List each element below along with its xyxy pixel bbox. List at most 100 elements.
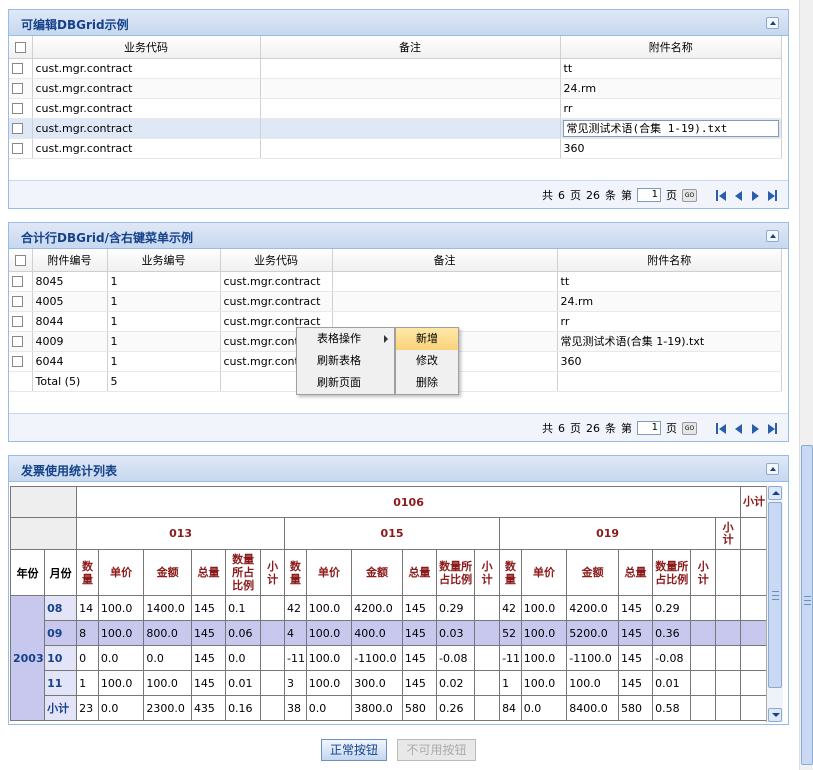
row-checkbox[interactable] — [12, 336, 23, 347]
row-checkbox[interactable] — [12, 83, 23, 94]
scroll-down-icon[interactable] — [768, 708, 782, 722]
panel-header: 合计行DBGrid/含右键菜单示例 — [9, 223, 788, 249]
subtotal-cell — [474, 620, 501, 646]
metric-header: 金额 — [351, 549, 403, 596]
col-header-note[interactable]: 备注 — [332, 249, 558, 272]
last-page-icon[interactable] — [766, 189, 778, 202]
stat-cell: -0.08 — [652, 645, 692, 671]
page-number-input[interactable]: 1 — [637, 421, 661, 435]
page-count: 6 — [558, 188, 565, 202]
menu-item-refresh-page[interactable]: 刷新页面 — [297, 372, 394, 394]
col-header-code[interactable]: 业务代码 — [32, 36, 261, 59]
stat-cell: 300.0 — [351, 670, 403, 696]
go-button[interactable]: GO — [682, 188, 697, 202]
stat-cell: 0.1 — [225, 595, 262, 621]
stat-cell: 8400.0 — [566, 695, 619, 721]
stat-cell: 100.0 — [520, 595, 568, 621]
table-scrollbar[interactable] — [766, 486, 783, 722]
scroll-thumb[interactable] — [768, 502, 782, 688]
row-checkbox[interactable] — [12, 296, 23, 307]
table-row[interactable]: 10 0 0.0 0.0 145 0.0 -11 100.0 -1100.0 145 -0.08 -1… — [11, 645, 767, 671]
table-row[interactable]: cust.mgr.contract rr — [9, 98, 782, 119]
normal-button[interactable]: 正常按钮 — [321, 739, 387, 761]
prev-page-icon[interactable] — [732, 189, 744, 202]
table-row[interactable]: 2003 08 14 100.0 1400.0 145 0.1 42 100.0 4200.0 14… — [10, 595, 767, 721]
col-header-attach-id[interactable]: 附件编号 — [32, 249, 108, 272]
page-scrollbar[interactable] — [799, 0, 813, 770]
next-page-icon[interactable] — [749, 422, 761, 435]
stat-cell: 145 — [401, 595, 438, 621]
disabled-button: 不可用按钮 — [397, 739, 476, 761]
context-menu: 表格操作 刷新表格 刷新页面 — [296, 327, 395, 395]
stat-cell: 0.0 — [97, 695, 145, 721]
metric-header: 数量所占比例 — [652, 549, 692, 596]
col-header-note[interactable]: 备注 — [260, 36, 561, 59]
subtotal-cell — [260, 595, 285, 621]
stat-cell: 0.01 — [225, 670, 262, 696]
menu-item-table-ops[interactable]: 表格操作 — [297, 328, 394, 350]
stat-cell: 23 — [76, 695, 99, 721]
submenu-item-delete[interactable]: 删除 — [396, 372, 458, 394]
row-checkbox[interactable] — [12, 356, 23, 367]
stat-cell: 1400.0 — [143, 595, 192, 621]
table-row-selected[interactable]: cust.mgr.contract 常见测试术语(合集 1-19).txt — [9, 118, 782, 139]
row-checkbox[interactable] — [12, 123, 23, 134]
table-row[interactable]: 4005 1 cust.mgr.contract 24.rm — [9, 291, 782, 312]
stat-cell: 145 — [617, 645, 654, 671]
year-cell: 2003 — [10, 595, 46, 721]
stat-cell: 100.0 — [520, 645, 568, 671]
first-page-icon[interactable] — [715, 189, 727, 202]
stat-cell: 145 — [190, 595, 227, 621]
col-header-file[interactable]: 附件名称 — [560, 36, 782, 59]
row-checkbox[interactable] — [12, 276, 23, 287]
page-scroll-thumb[interactable] — [801, 445, 813, 765]
col-header-code[interactable]: 业务代码 — [220, 249, 333, 272]
menu-item-refresh-table[interactable]: 刷新表格 — [297, 350, 394, 372]
submenu-item-edit[interactable]: 修改 — [396, 350, 458, 372]
stat-cell: 400.0 — [351, 620, 403, 646]
table-row[interactable]: 09 8 100.0 800.0 145 0.06 4 100.0 400.0 145 0.03 52… — [11, 620, 767, 646]
collapse-icon[interactable] — [766, 230, 779, 242]
last-page-icon[interactable] — [766, 422, 778, 435]
metric-header: 小计 — [690, 549, 717, 596]
metric-header: 单价 — [97, 549, 145, 596]
group-header-015: 015 — [283, 517, 501, 550]
collapse-icon[interactable] — [766, 17, 779, 29]
next-page-icon[interactable] — [749, 189, 761, 202]
group-header-013: 013 — [76, 517, 285, 550]
row-checkbox[interactable] — [12, 316, 23, 327]
stat-cell: 145 — [190, 645, 227, 671]
table-row[interactable]: cust.mgr.contract 360 — [9, 138, 782, 159]
panel-header: 可编辑DBGrid示例 — [9, 10, 788, 36]
go-button[interactable]: GO — [682, 421, 697, 435]
col-header-biz-id[interactable]: 业务编号 — [107, 249, 221, 272]
table-row[interactable]: cust.mgr.contract 24.rm — [9, 78, 782, 99]
group-header-019: 019 — [499, 517, 717, 550]
select-all-checkbox[interactable] — [14, 41, 26, 53]
submenu-item-add[interactable]: 新增 — [396, 328, 458, 350]
file-name-editor[interactable]: 常见测试术语(合集 1-19).txt — [562, 119, 779, 137]
stat-cell: 0.03 — [435, 620, 476, 646]
table-row[interactable]: 小计 23 0.0 2300.0 435 0.16 38 0.0 3800.0 580 0.26 84… — [11, 695, 767, 721]
select-all-checkbox[interactable] — [14, 254, 26, 266]
stat-cell: 0 — [76, 645, 99, 671]
subtotal-cell — [690, 695, 717, 721]
table-row[interactable]: 8045 1 cust.mgr.contract tt — [9, 271, 782, 292]
stat-cell: 0.29 — [652, 595, 692, 621]
subtotal-cell — [474, 595, 501, 621]
row-checkbox[interactable] — [12, 63, 23, 74]
first-page-icon[interactable] — [715, 422, 727, 435]
scroll-up-icon[interactable] — [768, 486, 782, 500]
page-number-input[interactable]: 1 — [637, 188, 661, 202]
row-checkbox[interactable] — [12, 103, 23, 114]
subtotal-cell — [260, 695, 285, 721]
month-cell: 小计 — [44, 695, 78, 721]
collapse-icon[interactable] — [766, 463, 779, 475]
table-row[interactable]: cust.mgr.contract tt — [9, 58, 782, 79]
row-checkbox[interactable] — [12, 143, 23, 154]
stat-cell: 52 — [499, 620, 522, 646]
col-header-file[interactable]: 附件名称 — [557, 249, 782, 272]
metric-header: 总量 — [401, 549, 438, 596]
prev-page-icon[interactable] — [732, 422, 744, 435]
table-row[interactable]: 11 1 100.0 100.0 145 0.01 3 100.0 300.0 145 0.02 1 1… — [11, 670, 767, 696]
